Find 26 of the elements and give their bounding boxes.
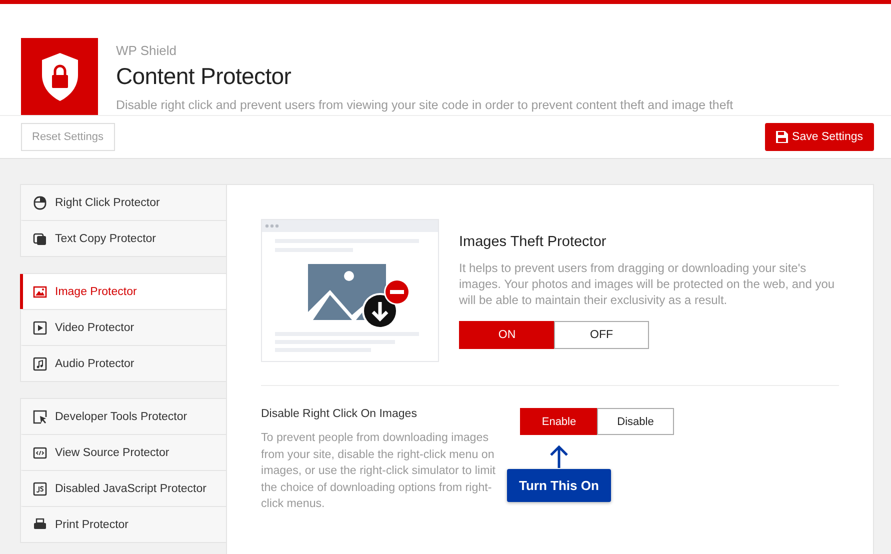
image-icon <box>33 284 47 298</box>
play-icon <box>33 320 47 334</box>
printer-icon <box>33 518 47 532</box>
mouse-icon <box>33 196 47 210</box>
save-settings-button[interactable]: Save Settings <box>765 123 874 151</box>
callout-label: Turn This On <box>507 469 611 502</box>
feature-title: Images Theft Protector <box>459 234 608 250</box>
copy-icon <box>33 232 47 246</box>
setting-title: Disable Right Click On Images <box>261 408 418 420</box>
toggle-option[interactable]: ON <box>459 321 554 349</box>
toggle-option[interactable]: OFF <box>554 321 649 349</box>
page-subtitle: Disable right click and prevent users from viewing your site code in order to prevent content theft and image theft <box>116 98 734 112</box>
javascript-file-icon <box>33 482 47 496</box>
setting-description: To prevent people from downloading images from your site, disable the right-click menu on images, or use the right-click simulator to limit the choice of downloading options from right-click menus. <box>261 430 497 512</box>
toggle-option[interactable]: Enable <box>520 408 597 435</box>
cursor-icon <box>33 410 47 424</box>
sidebar-item[interactable]: Right Click Protector <box>20 185 226 220</box>
sidebar-item[interactable]: Developer Tools Protector <box>20 399 226 434</box>
feature-description: It helps to prevent users from dragging or downloading your site's images. Your photos and images will be protected on the web, and you will be able to maintain their exclusivity as a result. <box>459 260 836 308</box>
music-note-icon <box>33 356 47 370</box>
up-arrow-icon <box>549 445 569 469</box>
page-title: Content Protector <box>116 63 292 90</box>
code-icon <box>33 446 47 460</box>
brand-name: WP Shield <box>116 43 178 58</box>
toggle-option[interactable]: Disable <box>597 408 674 435</box>
sidebar-item[interactable]: Image Protector <box>20 274 226 309</box>
